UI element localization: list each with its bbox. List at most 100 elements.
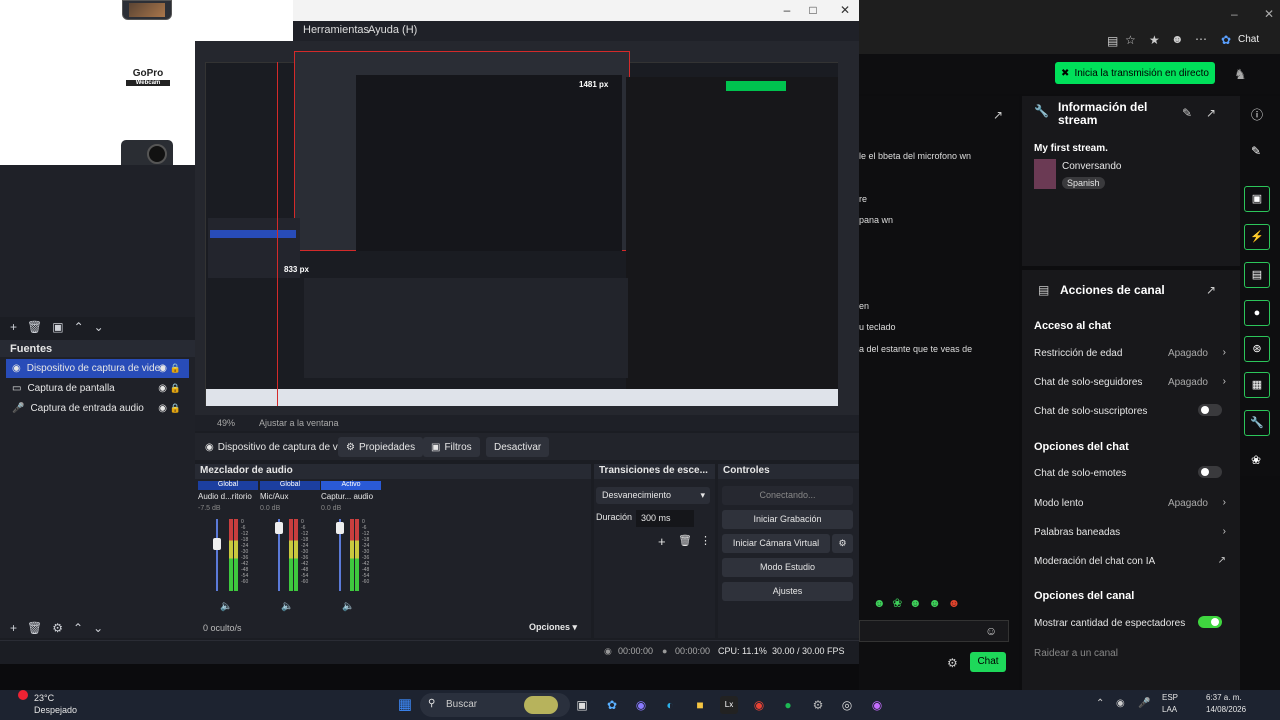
edge-icon[interactable]: ◐ [661, 696, 679, 714]
edit-icon[interactable]: ✎ [1182, 106, 1192, 120]
stream-category[interactable]: Conversando [1062, 161, 1121, 172]
obs-icon[interactable]: ◎ [838, 696, 856, 714]
task-view-icon[interactable]: ▣ [573, 696, 591, 714]
chat-icon[interactable]: ● [1244, 300, 1270, 326]
settings-button[interactable]: Ajustes [722, 582, 853, 601]
source-item-screen-capture[interactable]: ▭ Captura de pantalla ◉ 🔒 [6, 379, 189, 398]
lock-icon[interactable]: 🔒 [170, 383, 181, 394]
file-explorer-icon[interactable]: ■ [691, 696, 709, 714]
speaker-icon[interactable]: 🔈 [342, 601, 354, 612]
profile-icon[interactable]: ☻ [1171, 32, 1184, 46]
add-icon[interactable]: + [10, 621, 17, 635]
menu-help[interactable]: Ayuda (H) [368, 24, 417, 36]
speaker-icon[interactable]: 🔈 [220, 601, 232, 612]
extensions-icon[interactable]: ❀ [1251, 453, 1261, 467]
add-icon[interactable]: + [658, 534, 666, 549]
windows-start-icon[interactable]: ▦ [396, 696, 414, 714]
maximize-icon[interactable]: □ [805, 3, 821, 17]
eye-icon[interactable]: ◉ [158, 363, 167, 374]
gear-icon[interactable]: ⚙ [52, 621, 63, 635]
note-icon[interactable]: ▤ [1244, 262, 1270, 288]
trash-icon[interactable]: 🗑 [27, 621, 42, 635]
studio-mode-button[interactable]: Modo Estudio [722, 558, 853, 577]
filter-icon[interactable]: ▣ [52, 320, 63, 334]
gear-icon[interactable]: ⚙ [832, 534, 853, 553]
avatar[interactable]: ♞ [1234, 66, 1247, 83]
clock-time[interactable]: 6:37 a. m. [1206, 693, 1242, 702]
network-icon[interactable]: ◉ [1116, 698, 1125, 709]
settings-gear-icon[interactable]: ⚙ [809, 696, 827, 714]
wrench-icon[interactable]: 🔧 [1244, 410, 1270, 436]
volume-fader-knob[interactable] [275, 522, 283, 534]
menu-tools[interactable]: Herramientas [303, 24, 369, 36]
clock-date[interactable]: 14/08/2026 [1206, 705, 1246, 714]
channel-name[interactable]: Audio d...ritorio [198, 492, 258, 501]
star-icon[interactable]: ☆ [1125, 33, 1136, 47]
weather-desc[interactable]: Despejado [34, 705, 77, 715]
volume-fader-knob[interactable] [213, 538, 221, 550]
chat-tab-label[interactable]: Chat [1238, 34, 1259, 45]
emote-only-toggle[interactable] [1198, 466, 1222, 478]
chrome-icon[interactable]: ◉ [750, 696, 768, 714]
source-item-audio-input[interactable]: 🎤 Captura de entrada audio ◉ 🔒 [6, 399, 189, 418]
language-tag[interactable]: Spanish [1062, 177, 1105, 189]
zoom-level[interactable]: 49% [217, 418, 235, 428]
chat-send-button[interactable]: Chat [970, 652, 1006, 672]
language-indicator[interactable]: ESP [1162, 693, 1178, 702]
lock-icon[interactable]: 🔒 [170, 403, 181, 414]
trash-icon[interactable]: 🗑 [27, 320, 42, 334]
row-banned-words[interactable]: Palabras baneadas › [1034, 526, 1230, 538]
favorites-icon[interactable]: ★ [1149, 33, 1160, 47]
start-recording-button[interactable]: Iniciar Grabación [722, 510, 853, 529]
emote-icon[interactable]: ☻ ❀ ☻ ☻ ☻ [873, 596, 960, 610]
minimize-icon[interactable]: – [1231, 7, 1238, 21]
channel-name[interactable]: Mic/Aux [260, 492, 320, 501]
eye-icon[interactable]: ◉ [158, 403, 167, 414]
row-followers-only[interactable]: Chat de solo-seguidores Apagado › [1034, 376, 1230, 388]
reader-icon[interactable]: ▤ [1107, 34, 1118, 48]
stream-connecting-button[interactable]: Conectando... [722, 486, 853, 505]
lock-icon[interactable]: 🔒 [170, 363, 181, 374]
down-icon[interactable]: ⌄ [94, 320, 104, 334]
tray-chevron-icon[interactable]: ⌃ [1096, 698, 1104, 709]
more-icon[interactable]: ⋯ [1195, 32, 1207, 46]
close-icon[interactable]: ✕ [1264, 7, 1274, 21]
volume-fader-knob[interactable] [336, 522, 344, 534]
eye-icon[interactable]: ◉ [158, 383, 167, 394]
messenger-icon[interactable]: ◉ [868, 696, 886, 714]
mixer-options-button[interactable]: Opciones ▾ [529, 622, 577, 633]
duration-input[interactable]: 300 ms [636, 510, 694, 527]
preview-canvas[interactable]: 1481 px 833 px [205, 51, 838, 406]
speaker-icon[interactable]: 🔈 [281, 601, 293, 612]
popout-icon[interactable]: ↗ [1206, 106, 1216, 120]
deactivate-button[interactable]: Desactivar [486, 437, 550, 457]
info-icon[interactable]: ⓘ [1251, 106, 1263, 123]
gear-icon[interactable]: ⚙ [947, 656, 958, 670]
edit-icon[interactable]: ✎ [1251, 144, 1261, 158]
subscribers-only-toggle[interactable] [1198, 404, 1222, 416]
start-virtual-camera-button[interactable]: Iniciar Cámara Virtual [722, 534, 830, 553]
teams-icon[interactable]: ◉ [632, 696, 650, 714]
more-icon[interactable]: ⋮ [700, 534, 711, 547]
copilot-icon[interactable]: ✿ [1221, 33, 1231, 47]
source-item-video-capture[interactable]: ◉ Dispositivo de captura de video ◉ 🔒 [6, 359, 189, 378]
fit-to-window[interactable]: Ajustar a la ventana [259, 418, 339, 428]
up-icon[interactable]: ⌃ [74, 320, 84, 334]
row-show-viewer-count[interactable]: Mostrar cantidad de espectadores [1034, 616, 1230, 629]
row-subscribers-only[interactable]: Chat de solo-suscriptores [1034, 404, 1230, 417]
app-icon[interactable]: Lx [720, 696, 738, 714]
taskbar-search[interactable]: ⚲ Buscar [420, 693, 570, 717]
close-icon[interactable]: ✕ [837, 3, 853, 17]
transition-select[interactable]: Desvanecimiento ▾ [596, 487, 710, 504]
popout-icon[interactable]: ↗ [1206, 283, 1216, 297]
add-icon[interactable]: + [10, 320, 17, 334]
row-emote-only[interactable]: Chat de solo-emotes [1034, 466, 1230, 479]
row-slow-mode[interactable]: Modo lento Apagado › [1034, 497, 1230, 509]
popout-icon[interactable]: ↗ [993, 108, 1003, 122]
spotify-icon[interactable]: ● [779, 696, 797, 714]
layout-icon[interactable]: ▦ [1244, 372, 1270, 398]
minimize-icon[interactable]: – [779, 3, 795, 17]
go-live-button[interactable]: ✖ Inicia la transmisión en directo [1055, 62, 1215, 84]
row-raid-channel[interactable]: Raidear a un canal [1034, 648, 1230, 659]
filters-button[interactable]: ▣ Filtros [423, 437, 480, 457]
